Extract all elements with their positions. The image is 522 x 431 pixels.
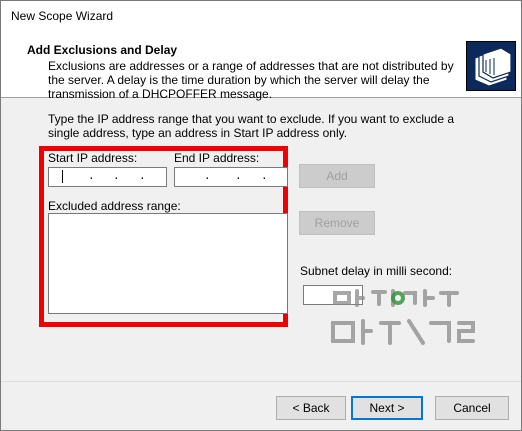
- subnet-delay-label: Subnet delay in milli second:: [300, 264, 453, 278]
- footer-separator: [1, 381, 521, 382]
- start-ip-field[interactable]: . . .: [48, 167, 167, 187]
- title-bar: New Scope Wizard: [1, 1, 521, 31]
- next-button[interactable]: Next >: [351, 396, 423, 420]
- wizard-window: New Scope Wizard Add Exclusions and Dela…: [0, 0, 522, 431]
- remove-button[interactable]: Remove: [299, 211, 375, 235]
- instructions-text: Type the IP address range that you want …: [48, 112, 455, 140]
- start-ip-label: Start IP address:: [48, 151, 138, 165]
- window-title: New Scope Wizard: [11, 9, 114, 23]
- end-ip-field[interactable]: . . .: [174, 167, 288, 187]
- add-button[interactable]: Add: [299, 164, 375, 188]
- page-description: Exclusions are addresses or a range of a…: [48, 59, 454, 101]
- text-caret: [62, 170, 63, 183]
- excluded-range-label: Excluded address range:: [48, 199, 181, 213]
- back-button[interactable]: < Back: [276, 396, 346, 420]
- excluded-range-list[interactable]: [48, 213, 288, 314]
- subnet-delay-input[interactable]: [303, 285, 363, 305]
- end-ip-label: End IP address:: [174, 151, 260, 165]
- page-title: Add Exclusions and Delay: [27, 43, 178, 57]
- folders-icon: [466, 41, 516, 91]
- wizard-header: Add Exclusions and Delay Exclusions are …: [1, 31, 521, 101]
- cancel-button[interactable]: Cancel: [435, 396, 509, 420]
